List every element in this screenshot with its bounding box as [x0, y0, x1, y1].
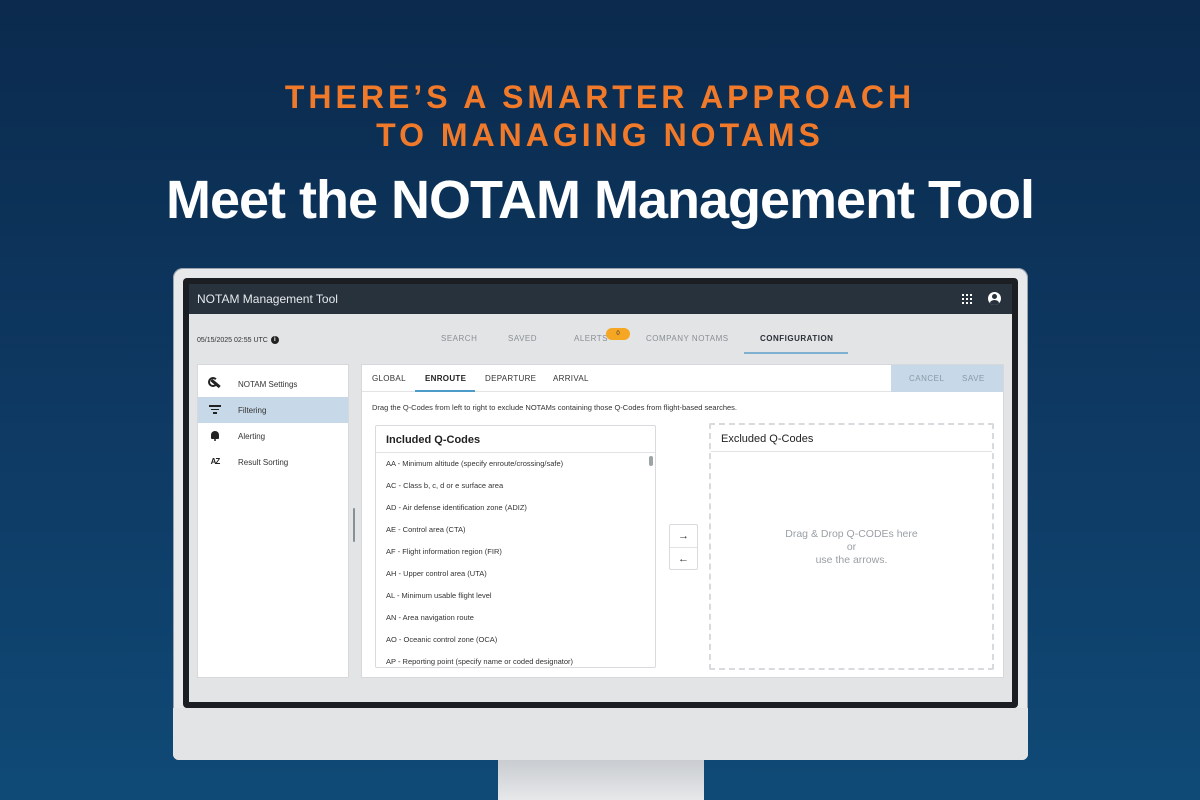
tab-saved[interactable]: SAVED — [508, 334, 537, 343]
cancel-button[interactable]: CANCEL — [909, 374, 944, 383]
tab-enroute[interactable]: ENROUTE — [425, 374, 466, 383]
tab-search[interactable]: SEARCH — [441, 334, 477, 343]
sort-az-icon: AZ — [210, 457, 221, 466]
q-code-item[interactable]: AC - Class b, c, d or e surface area — [376, 475, 655, 497]
info-icon[interactable]: i — [270, 336, 279, 344]
move-right-button[interactable]: → — [670, 525, 697, 547]
kicker-line-2: TO MANAGING NOTAMS — [376, 117, 824, 153]
included-codes-title: Included Q-Codes — [386, 434, 481, 446]
apps-grid-icon[interactable] — [962, 294, 972, 304]
excluded-codes-dropzone[interactable]: Excluded Q-Codes Drag & Drop Q-CODEs her… — [709, 423, 994, 670]
app-header: NOTAM Management Tool — [189, 284, 1012, 314]
tab-alerts[interactable]: ALERTS — [574, 334, 608, 343]
tab-global[interactable]: GLOBAL — [372, 374, 406, 383]
alerts-count-badge: 0 — [606, 328, 630, 340]
datetime-text: 05/15/2025 02:55 UTC — [197, 336, 268, 344]
tab-configuration[interactable]: CONFIGURATION — [760, 334, 833, 343]
filter-icon — [208, 403, 222, 417]
included-codes-list: AA - Minimum altitude (specify enroute/c… — [376, 453, 655, 667]
action-bar: CANCEL SAVE — [891, 365, 1003, 392]
monitor-chin — [173, 708, 1028, 760]
sidebar-item-alerting[interactable]: Alerting — [198, 423, 348, 449]
q-code-item[interactable]: AH - Upper control area (UTA) — [376, 563, 655, 585]
resize-handle[interactable] — [353, 508, 355, 542]
main-nav-bar: 05/15/2025 02:55 UTC i SEARCH SAVED ALER… — [189, 314, 1012, 360]
hint-line-2: or — [846, 541, 857, 553]
instructions-text: Drag the Q-Codes from left to right to e… — [372, 403, 738, 412]
kicker-line-1: THERE’S A SMARTER APPROACH — [284, 79, 916, 115]
transfer-buttons: → ← — [669, 524, 698, 570]
list-scrollbar[interactable] — [649, 456, 653, 466]
monitor-stand — [498, 760, 704, 800]
move-left-button[interactable]: ← — [670, 548, 697, 570]
box-divider — [711, 451, 992, 452]
tab-company-notams[interactable]: COMPANY NOTAMs — [646, 334, 729, 343]
sidebar-item-result-sorting[interactable]: AZ Result Sorting — [198, 449, 348, 475]
filtering-panel: GLOBAL ENROUTE DEPARTURE ARRIVAL CANCEL … — [361, 364, 1004, 678]
current-datetime: 05/15/2025 02:55 UTC i — [197, 336, 279, 344]
active-tab-indicator — [744, 352, 848, 354]
app-title: NOTAM Management Tool — [197, 292, 338, 306]
wrench-icon — [208, 377, 222, 391]
sidebar-item-label: Result Sorting — [238, 458, 289, 467]
banner-kicker: THERE’S A SMARTER APPROACH TO MANAGING N… — [0, 78, 1200, 154]
q-code-item[interactable]: AO - Oceanic control zone (OCA) — [376, 629, 655, 651]
banner-title: Meet the NOTAM Management Tool — [165, 170, 1035, 230]
excluded-codes-title: Excluded Q-Codes — [721, 433, 814, 445]
hint-line-3: use the arrows. — [815, 554, 888, 566]
sidebar-item-label: NOTAM Settings — [238, 380, 298, 389]
included-codes-box: Included Q-Codes AA - Minimum altitude (… — [375, 425, 656, 668]
q-code-item[interactable]: AA - Minimum altitude (specify enroute/c… — [376, 453, 655, 475]
sidebar-item-label: Alerting — [238, 432, 266, 441]
q-code-item[interactable]: AE - Control area (CTA) — [376, 519, 655, 541]
save-button[interactable]: SAVE — [962, 374, 985, 383]
q-code-item[interactable]: AD - Air defense identification zone (AD… — [376, 497, 655, 519]
tab-arrival[interactable]: ARRIVAL — [553, 374, 589, 383]
sidebar-item-label: Filtering — [238, 406, 267, 415]
q-code-item[interactable]: AP - Reporting point (specify name or co… — [376, 651, 655, 667]
tab-departure[interactable]: DEPARTURE — [485, 374, 536, 383]
dropzone-hint: Drag & Drop Q-CODEs here or use the arro… — [711, 528, 992, 567]
q-code-item[interactable]: AF - Flight information region (FIR) — [376, 541, 655, 563]
bell-icon — [208, 429, 222, 443]
sidebar-item-notam-settings[interactable]: NOTAM Settings — [198, 371, 348, 397]
q-code-item[interactable]: AL - Minimum usable flight level — [376, 585, 655, 607]
q-code-item[interactable]: AN - Area navigation route — [376, 607, 655, 629]
active-subtab-indicator — [415, 390, 475, 392]
hint-line-1: Drag & Drop Q-CODEs here — [785, 528, 918, 540]
monitor: NOTAM Management Tool 05/15/2025 02:55 U… — [173, 268, 1028, 760]
app-screen: NOTAM Management Tool 05/15/2025 02:55 U… — [189, 284, 1012, 702]
monitor-bezel: NOTAM Management Tool 05/15/2025 02:55 U… — [183, 278, 1018, 708]
config-sidebar: NOTAM Settings Filtering Alerting AZ Res… — [197, 364, 349, 678]
account-icon[interactable] — [988, 292, 1001, 305]
sidebar-item-filtering[interactable]: Filtering — [198, 397, 348, 423]
phase-tabs: GLOBAL ENROUTE DEPARTURE ARRIVAL CANCEL … — [362, 365, 1003, 392]
